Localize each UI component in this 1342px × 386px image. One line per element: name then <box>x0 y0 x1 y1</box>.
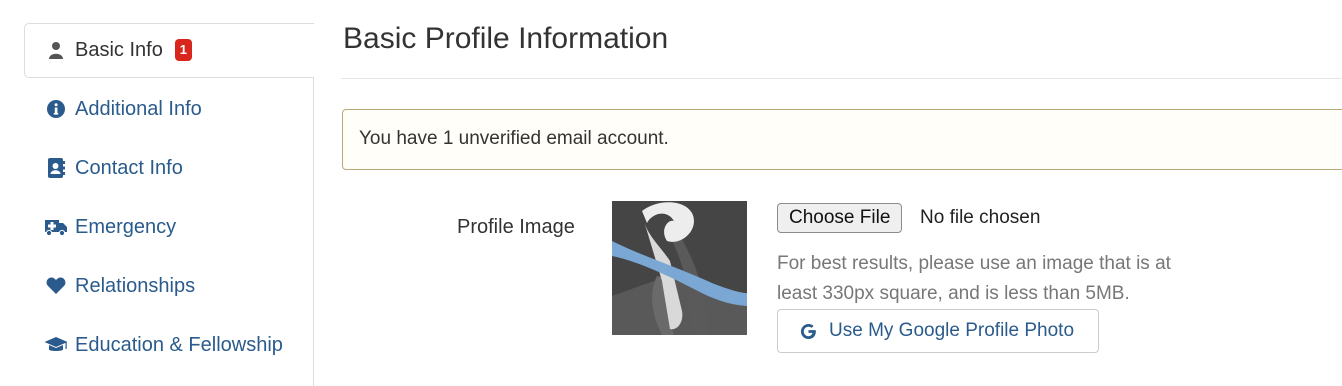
sidebar-item-label: Contact Info <box>75 156 183 179</box>
use-google-photo-button[interactable]: Use My Google Profile Photo <box>777 309 1099 353</box>
sidebar-item-label: Additional Info <box>75 97 202 120</box>
notification-badge: 1 <box>174 39 192 61</box>
sidebar-item-basic-info[interactable]: Basic Info 1 <box>44 35 192 65</box>
sidebar-item-emergency[interactable]: Emergency <box>44 212 176 242</box>
sidebar-item-contact-info[interactable]: Contact Info <box>44 153 183 183</box>
sidebar-item-label: Emergency <box>75 215 177 238</box>
sidebar-item-label: Education & Fellowship <box>75 333 283 356</box>
profile-image-preview <box>612 201 747 335</box>
page-title: Basic Profile Information <box>343 22 669 55</box>
image-help-text: For best results, please use an image th… <box>777 253 1171 304</box>
sidebar-divider <box>313 78 314 386</box>
heart-icon <box>44 275 68 297</box>
graduation-cap-icon <box>44 334 68 356</box>
address-book-icon <box>44 157 68 179</box>
title-divider <box>341 78 1342 79</box>
sidebar-item-additional-info[interactable]: Additional Info <box>44 94 202 124</box>
choose-file-button[interactable]: Choose File <box>777 203 903 233</box>
user-icon <box>44 39 68 61</box>
profile-image-label: Profile Image <box>457 216 575 238</box>
sidebar-item-relationships[interactable]: Relationships <box>44 271 195 301</box>
sidebar-item-label: Relationships <box>75 274 196 297</box>
awareness-ribbon-image <box>612 201 747 335</box>
sidebar-item-label: Basic Info <box>75 38 163 61</box>
info-circle-icon <box>44 98 68 120</box>
google-icon <box>800 321 818 341</box>
alert-message: You have 1 unverified email account. <box>359 128 669 149</box>
sidebar-item-education-fellowship[interactable]: Education & Fellowship <box>44 330 283 360</box>
file-status-text: No file chosen <box>920 207 1041 228</box>
unverified-email-alert: You have 1 unverified email account. <box>342 109 1342 170</box>
google-button-label: Use My Google Profile Photo <box>829 320 1075 341</box>
ambulance-icon <box>44 216 68 238</box>
